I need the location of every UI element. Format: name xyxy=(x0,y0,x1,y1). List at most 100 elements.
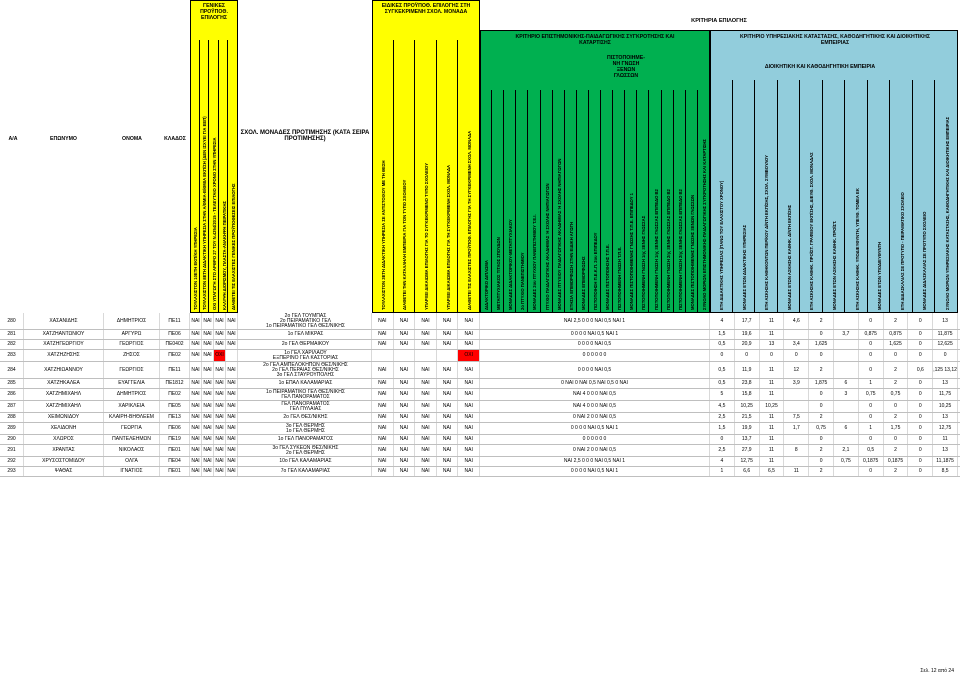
sci_cols-header-label: ΔΙΔΑΚΤΟΡΙΚΟ ΔΙΠΛΩΜΑ xyxy=(484,260,490,310)
criteria-title: ΚΡΙΤΗΡΙΑ ΕΠΙΛΟΓΗΣ xyxy=(691,18,747,24)
general-condition-cell: ΝΑΙ xyxy=(190,435,202,444)
srv_cols-header-label: ΕΤΗ ΔΙΔΑΣΚΑΛΙΑΣ ΣΕ ΠΡΟΤΥΠΟ - ΠΕΙΡΑΜΑΤΙΚΟ… xyxy=(899,192,905,310)
service-score-cell: 1 xyxy=(859,379,884,388)
service-score-cell: 0 xyxy=(908,467,934,476)
name-cell: ΙΓΝΑΤΙΟΣ xyxy=(104,467,160,476)
name-cell: ΚΛΑΙΡΗ-ΒΗΘΛΕΕΜ xyxy=(104,413,160,422)
sci_cols-header-label: ΠΙΣΤΟΠΟΙΗΣΗ Π.Ε.Κ.Π. 2ου ΕΠΙΠΕΔΟΥ xyxy=(592,232,598,310)
table-row: 289 ΧΕΛΙΔΟΝΗ ΓΕΩΡΓΙΑ ΠΕ06 ΝΑΙ ΝΑΙ ΝΑΙ ΝΑΙ 3ο ΓΕΛ… xyxy=(0,423,960,435)
service-score-cell: 2 xyxy=(884,467,909,476)
service-score-cell: 2,5 xyxy=(710,445,735,456)
special-condition-cell: ΝΑΙ xyxy=(458,401,480,412)
sci_cols-header-label: ΣΥΝΟΛΟ ΜΟΡΙΩΝ ΕΠΙΣΤΗΜΟΝΙΚΗΣ-ΠΑΙΔΑΓΩΓΙΚΗΣ… xyxy=(701,139,707,310)
branch-cell: ΠΕ11 xyxy=(160,362,190,378)
branch-cell: ΠΕ19 xyxy=(160,435,190,444)
service-score-cell: 19,6 xyxy=(735,330,760,339)
special-condition-cell: ΝΑΙ xyxy=(372,401,394,412)
service-score-cell: 8,5 xyxy=(933,467,958,476)
table-row: 288 ΧΕΙΜΩΝΙΔΟΥ ΚΛΑΙΡΗ-ΒΗΘΛΕΕΜ ΠΕ13 ΝΑΙ ΝΑΙ ΝΑΙ… xyxy=(0,413,960,423)
service-score-cell: 2 xyxy=(884,379,909,388)
special-condition-cell: ΝΑΙ xyxy=(458,423,480,434)
service-score-cell: 8 xyxy=(784,445,810,456)
special-condition-cell: ΝΑΙ xyxy=(372,423,394,434)
service-score-cell: 0 xyxy=(884,435,909,444)
service-score-cell: 17,7 xyxy=(735,313,760,329)
service-score-cell: 13 xyxy=(933,379,958,388)
service-score-cell: 20,9 xyxy=(735,340,760,349)
school-preferences-cell: 2ο ΓΕΛ ΤΟΥΜΠΑΣ 2ο ΠΕΙΡΑΜΑΤΙΚΟ ΓΕΛ 1ο ΠΕΙΡΑ… xyxy=(240,313,372,329)
scientific-scores-cell: 0 ΝΑΙ 2 0 0 ΝΑΙ 0,5 xyxy=(480,445,710,456)
sci_cols-header-16: ΠΙΣΤΟΠΟΙΗΜΕΝΗ ΓΝΩΣΗ 2ης ΞΕΝΗΣ ΓΛΩΣΣΑΣ ΕΠ… xyxy=(674,90,686,313)
srv_cols-header-7: ΜΟΝΑΔΕΣ ΕΤΩΝ ΥΠΟΔΙΕΥΘΥΝΤΗ xyxy=(868,80,891,313)
service-score-cell: 0,75 xyxy=(834,457,859,466)
service-score-cell: 1,5 xyxy=(710,423,735,434)
service-score-cell: 0 xyxy=(859,340,884,349)
service-score-cell: 10,25 xyxy=(760,401,785,412)
row-number: 291 xyxy=(0,445,24,456)
sci_cols-header-11: ΠΙΣΤΟΠΟΙΗΜΕΝΗ ΓΝΩΣΗ Τ.Π.Ε. xyxy=(613,90,626,313)
service-score-cell: 2,5 xyxy=(710,413,735,422)
special-condition-cell: ΝΑΙ xyxy=(415,362,437,378)
service-score-cell xyxy=(834,467,859,476)
sci_cols-header-label: ΠΤΥΧΙΟ ΠΑΙΔΑΓΩΓΙΚΗΣ ΑΚΑΔΗΜΙΑΣ Ή ΣΧΟΛΗΣ Ν… xyxy=(544,183,550,310)
general-condition-cell: ΝΑΙ xyxy=(226,401,238,412)
service-score-cell: 0 xyxy=(760,350,785,361)
service-score-cell: 11 xyxy=(760,435,785,444)
service-score-cell: 2 xyxy=(884,445,909,456)
general_cols-header-label: ΔΙΑΘΕΤΕΙ ΤΙΣ ΕΛΑΧΙΣΤΕΣ ΓΕΝΙΚΕΣ ΠΡΟΫΠΟΘΕΣ… xyxy=(231,183,237,310)
srv_cols-header-label: ΜΟΝΑΔΕΣ ΕΤΩΝ ΥΠΟΔΙΕΥΘΥΝΤΗ xyxy=(877,241,883,310)
branch-cell: ΠΕ02 xyxy=(160,389,190,400)
special-condition-cell: ΝΑΙ xyxy=(437,423,459,434)
service-score-cell: 0 xyxy=(710,435,735,444)
service-score-cell: 1,875 xyxy=(809,379,834,388)
general_cols-header-label: ΚΑΛΥΨΗ ΔΙΟΡΙΣΜΟΥ, ΠΛΑΣΤΑ-ΑΝΑΚΗΨΗ ΠΕΙΡΑΤΙ… xyxy=(221,201,227,310)
special-condition-cell: ΝΑΙ xyxy=(394,467,416,476)
service-score-cell: 0 xyxy=(908,350,934,361)
service-score-cell: 2 xyxy=(884,413,909,422)
service-score-cell: 7,5 xyxy=(784,413,810,422)
general_cols-header-3: ΚΑΛΥΨΗ ΔΙΟΡΙΣΜΟΥ, ΠΛΑΣΤΑ-ΑΝΑΚΗΨΗ ΠΕΙΡΑΤΙ… xyxy=(219,40,229,313)
special-condition-cell: ΝΑΙ xyxy=(437,379,459,388)
service-score-cell: 0,5 xyxy=(710,340,735,349)
col-header-aa: Α/Α xyxy=(8,136,18,142)
srv_cols-header-label: ΜΟΝΑΔΕΣ ΔΙΔΑΣΚΑΛΙΑΣ ΣΕ ΠΡΟΤΥΠΟ ΣΧΟΛΕΙΟ xyxy=(922,211,928,310)
col-header-branch: ΚΛΑΔΟΣ xyxy=(164,136,186,142)
scientific-scores-cell: 0 0 0 0 0 0 xyxy=(480,435,710,444)
special-conditions-title: ΕΙΔΙΚΕΣ ΠΡΟΫΠΟΘ. ΕΠΙΛΟΓΗΣ ΣΤΗ ΣΥΓΚΕΚΡΙΜΕ… xyxy=(381,3,471,15)
service-score-cell: 0,875 xyxy=(884,330,909,339)
sci_cols-header-14: ΠΙΣΤΟΠΟΙΗΜΕΝΗ ΓΝΩΣΗ 1ης ΞΕΝΗΣ ΓΛΩΣΣΑΣ ΕΠ… xyxy=(649,90,662,313)
service-score-cell: 0 xyxy=(784,350,810,361)
general-condition-cell: ΝΑΙ xyxy=(202,389,214,400)
school-preference: 2ο ΓΕΛ ΘΕΡΜΗΣ xyxy=(286,449,325,456)
general-condition-cell: ΝΑΙ xyxy=(190,445,202,456)
school-preferences-cell: 10ο ΓΕΛ ΚΑΛΑΜΑΡΙΑΣ xyxy=(240,457,372,466)
row-number: 290 xyxy=(0,435,24,444)
special-condition-cell: ΝΑΙ xyxy=(415,457,437,466)
scientific-scores-cell: ΝΑΙ 2,5 0 0 0 ΝΑΙ 0,5 ΝΑΙ 1 xyxy=(480,457,710,466)
special-condition-cell: ΝΑΙ xyxy=(415,467,437,476)
service-score-cell: 1,7 xyxy=(784,423,810,434)
service-score-cell: 0 xyxy=(735,350,760,361)
general-condition-cell: ΝΑΙ xyxy=(214,340,226,349)
school-preferences-cell: 7ο ΓΕΛ ΚΑΛΑΜΑΡΙΑΣ xyxy=(240,467,372,476)
service-score-cell: 0 xyxy=(908,379,934,388)
general_cols-header-label: ΤΟΥΛΑΧΙΣΤΟΝ 8ΕΤΗ ΔΙΔΑΚΤΙΚΗ ΥΠΗΡΕΣΙΑ ΣΤΗΝ… xyxy=(202,116,208,310)
special-condition-cell: ΝΑΙ xyxy=(394,362,416,378)
general-condition-cell: ΝΑΙ xyxy=(190,340,202,349)
sci_cols-header-label: ΠΙΣΤΟΠΟΙΗΜΕΝΗ ΓΝΩΣΗ 1ης ΞΕΝΗΣ ΓΛΩΣΣΑΣ ΕΠ… xyxy=(653,189,659,310)
row-number: 286 xyxy=(0,389,24,400)
scientific-scores-cell: 0 0 0 0 0 0 xyxy=(480,350,710,361)
general-condition-cell: ΝΑΙ xyxy=(226,435,238,444)
special-condition-cell: ΝΑΙ xyxy=(415,401,437,412)
service-score-cell: 21,5 xyxy=(735,413,760,422)
general_cols-header-label: ΤΟΥΛΑΧΙΣΤΟΝ 10ΕΤΗ ΕΚΠ/ΚΗ ΥΠΗΡΕΣΙΑ xyxy=(192,227,198,310)
general-condition-cell: ΝΑΙ xyxy=(214,362,226,378)
srv_cols-header-5: ΜΟΝΑΔΕΣ ΕΤΩΝ ΑΣΚΗΣΗΣ ΚΑΘΗΚ. ΠΡΟΪΣΤ. xyxy=(823,80,846,313)
service-score-cell: 0 xyxy=(908,389,934,400)
special_cols-header-3: ΥΠΑΡΧΕΙ ΔΙΚΑΙΩΜΑ ΕΠΙΛΟΓΗΣ ΓΙΑ ΤΗ ΣΥΓΚΕΚΡ… xyxy=(437,40,459,313)
srv_cols-header-label: ΣΥΝΟΛΟ ΜΟΡΙΩΝ ΥΠΗΡΕΣΙΑΚΗΣ ΚΑΤΑΣΤΑΣΗΣ, ΚΑ… xyxy=(944,116,950,310)
scientific-scores-cell: 0 0 0 0 ΝΑΙ 0,5 xyxy=(480,362,710,378)
service-score-cell: 0 xyxy=(908,413,934,422)
general-condition-cell: ΝΑΙ xyxy=(190,467,202,476)
surname-cell: ΧΕΛΙΔΟΝΗ xyxy=(24,423,104,434)
